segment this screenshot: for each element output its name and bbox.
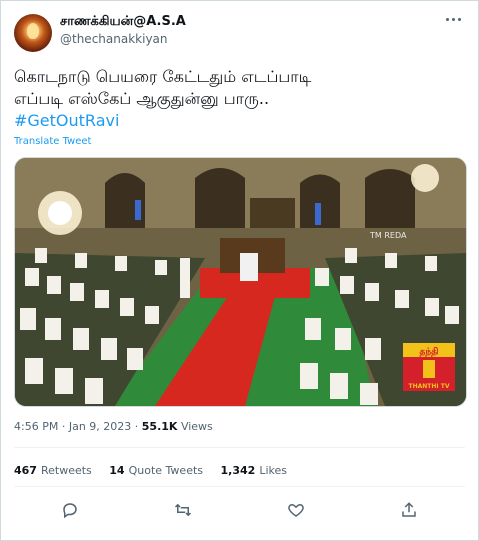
author-handle[interactable]: @thechanakkiyan: [60, 32, 168, 46]
views-label: Views: [180, 420, 213, 433]
channel-logo: தந்தி THANTHI TV: [403, 343, 455, 391]
retweets-label: Retweets: [40, 464, 92, 477]
like-icon[interactable]: [286, 500, 306, 520]
more-options-icon[interactable]: [445, 12, 463, 28]
action-bar: [0, 498, 479, 522]
engagement-stats: 467 Retweets 14 Quote Tweets 1,342 Likes: [14, 464, 301, 477]
quotes-count: 14: [109, 464, 125, 477]
retweet-icon[interactable]: [173, 500, 193, 520]
tweet-time[interactable]: 4:56 PM: [14, 420, 58, 433]
assembly-video-frame: தந்தி THANTHI TV TM REDA: [15, 158, 466, 406]
retweets-count: 467: [14, 464, 37, 477]
likes-count: 1,342: [220, 464, 256, 477]
retweets-stat[interactable]: 467 Retweets: [14, 464, 92, 477]
tweet-date[interactable]: Jan 9, 2023: [69, 420, 131, 433]
tweet-video[interactable]: தந்தி THANTHI TV TM REDA: [14, 157, 467, 407]
tweet-text-line: கொடநாடு பெயரை கேட்டதும் எடப்பாடி: [14, 67, 312, 86]
divider: [14, 486, 465, 487]
likes-label: Likes: [259, 464, 287, 477]
likes-stat[interactable]: 1,342 Likes: [221, 464, 287, 477]
hashtag-link[interactable]: #GetOutRavi: [14, 110, 464, 132]
views-count: 55.1K: [141, 420, 178, 433]
logo-mark: தந்தி: [419, 346, 438, 357]
logo-text: THANTHI TV: [409, 383, 450, 390]
video-corner-text: TM REDA: [369, 231, 407, 240]
meta-separator: ·: [61, 420, 66, 433]
reply-icon[interactable]: [60, 500, 80, 520]
author-avatar[interactable]: [14, 14, 52, 52]
meta-separator: ·: [134, 420, 139, 433]
tweet-text: கொடநாடு பெயரை கேட்டதும் எடப்பாடி எப்படி …: [14, 66, 464, 132]
quote-tweets-stat[interactable]: 14 Quote Tweets: [109, 464, 203, 477]
quotes-label: Quote Tweets: [128, 464, 204, 477]
share-icon[interactable]: [399, 500, 419, 520]
tweet-meta: 4:56 PM · Jan 9, 2023 · 55.1K Views: [14, 420, 213, 433]
author-display-name[interactable]: சாணக்கியன்@A.S.A: [60, 14, 186, 30]
tweet-text-line: எப்படி எஸ்கேப் ஆகுதுன்னு பாரு..: [14, 89, 270, 108]
divider: [14, 447, 465, 448]
translate-tweet-link[interactable]: Translate Tweet: [14, 136, 91, 147]
